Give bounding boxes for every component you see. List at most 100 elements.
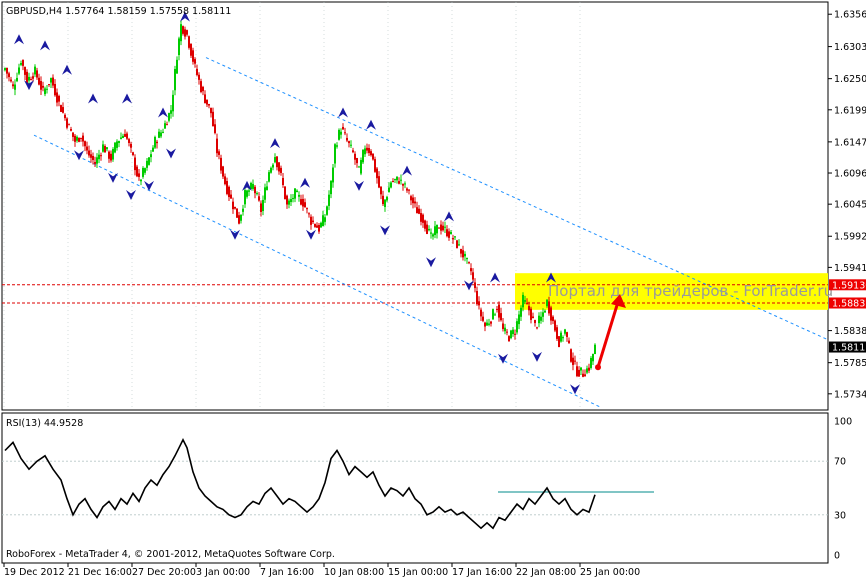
bear-candle-body xyxy=(66,118,68,128)
bull-candle-body xyxy=(16,77,18,82)
bull-candle-body xyxy=(458,244,460,246)
bear-candle-body xyxy=(402,183,404,186)
bull-candle-body xyxy=(454,236,456,238)
bear-candle-body xyxy=(392,180,394,182)
bear-candle-body xyxy=(366,147,368,151)
bear-candle-body xyxy=(588,367,590,371)
bull-candle-body xyxy=(464,253,466,257)
bear-candle-body xyxy=(12,84,14,87)
bull-candle-body xyxy=(324,217,326,222)
bull-candle-body xyxy=(150,154,152,158)
time-tick-label: 22 Jan 08:00 xyxy=(516,567,576,578)
bear-candle-body xyxy=(342,126,344,130)
bear-candle-body xyxy=(568,340,570,343)
bull-candle-body xyxy=(394,179,396,181)
bull-candle-body xyxy=(112,149,114,160)
bear-candle-body xyxy=(42,85,44,88)
bull-candle-body xyxy=(560,332,562,342)
bull-candle-body xyxy=(396,176,398,181)
bull-candle-body xyxy=(510,330,512,339)
price-tick-label: 1.61470 xyxy=(834,137,866,148)
bear-candle-body xyxy=(80,137,82,139)
forecast-arrow-origin xyxy=(595,364,601,371)
bear-candle-body xyxy=(188,36,190,48)
bear-candle-body xyxy=(574,360,576,362)
bear-candle-body xyxy=(312,220,314,223)
bear-candle-body xyxy=(480,309,482,317)
bear-candle-body xyxy=(398,181,400,184)
bear-candle-body xyxy=(418,208,420,214)
bear-candle-body xyxy=(26,71,28,84)
bear-candle-body xyxy=(496,308,498,310)
bear-candle-body xyxy=(82,135,84,142)
bear-candle-body xyxy=(70,129,72,131)
bull-candle-body xyxy=(96,157,98,164)
bull-candle-body xyxy=(384,199,386,208)
bear-candle-body xyxy=(194,59,196,64)
bear-candle-body xyxy=(452,238,454,240)
bear-candle-body xyxy=(318,224,320,232)
bear-candle-body xyxy=(104,146,106,153)
time-tick-label: 27 Dec 20:00 xyxy=(132,567,196,578)
bear-candle-body xyxy=(200,81,202,92)
bear-candle-body xyxy=(442,225,444,231)
bear-candle-body xyxy=(280,167,282,173)
bull-candle-body xyxy=(592,353,594,362)
bull-candle-body xyxy=(46,88,48,90)
bear-candle-body xyxy=(36,70,38,78)
bear-candle-body xyxy=(276,156,278,168)
bear-candle-body xyxy=(100,155,102,157)
bull-candle-body xyxy=(522,294,524,308)
bear-candle-body xyxy=(64,114,66,119)
bear-candle-body xyxy=(380,186,382,195)
bear-candle-body xyxy=(376,168,378,179)
bull-candle-body xyxy=(152,147,154,152)
time-tick-label: 7 Jan 16:00 xyxy=(260,567,314,578)
bull-candle-body xyxy=(170,110,172,114)
bear-candle-body xyxy=(74,135,76,142)
bear-candle-body xyxy=(126,133,128,139)
bear-candle-body xyxy=(314,224,316,227)
bull-candle-body xyxy=(102,144,104,152)
bull-candle-body xyxy=(512,329,514,335)
bear-candle-body xyxy=(420,213,422,222)
bull-candle-body xyxy=(338,129,340,140)
bear-candle-body xyxy=(368,148,370,154)
bear-candle-body xyxy=(490,321,492,324)
bear-candle-body xyxy=(260,203,262,212)
bull-candle-body xyxy=(586,368,588,373)
time-tick-label: 15 Jan 00:00 xyxy=(388,567,448,578)
bear-candle-body xyxy=(472,272,474,280)
bull-candle-body xyxy=(486,322,488,326)
bull-candle-body xyxy=(292,197,294,199)
bull-candle-body xyxy=(428,228,430,231)
bull-candle-body xyxy=(158,131,160,138)
bear-candle-body xyxy=(532,316,534,319)
symbol-header: GBPUSD,H4 1.57764 1.58159 1.57558 1.5811… xyxy=(6,6,231,17)
bear-candle-body xyxy=(526,303,528,305)
bull-candle-body xyxy=(20,63,22,65)
bear-candle-body xyxy=(132,152,134,156)
bear-candle-body xyxy=(90,154,92,158)
bull-candle-body xyxy=(140,179,142,182)
bull-candle-body xyxy=(362,149,364,163)
time-tick-label: 17 Jan 16:00 xyxy=(452,567,512,578)
bear-candle-body xyxy=(348,141,350,144)
chart-canvas: Портал для трейдеров - ForTrader.ru GBPU… xyxy=(0,0,866,579)
price-tick-label: 1.59415 xyxy=(834,263,866,274)
bull-candle-body xyxy=(294,188,296,199)
price-tick-label: 1.63560 xyxy=(834,10,866,21)
bull-candle-body xyxy=(252,183,254,189)
bear-candle-body xyxy=(258,196,260,201)
bull-candle-body xyxy=(242,208,244,212)
bear-candle-body xyxy=(536,327,538,329)
bear-candle-body xyxy=(136,166,138,177)
bear-candle-body xyxy=(284,186,286,199)
bear-candle-body xyxy=(238,215,240,224)
bear-candle-body xyxy=(406,188,408,191)
bull-candle-body xyxy=(266,186,268,190)
bull-candle-body xyxy=(360,160,362,174)
bull-candle-body xyxy=(178,38,180,56)
bear-candle-body xyxy=(352,150,354,153)
bear-candle-body xyxy=(558,336,560,348)
